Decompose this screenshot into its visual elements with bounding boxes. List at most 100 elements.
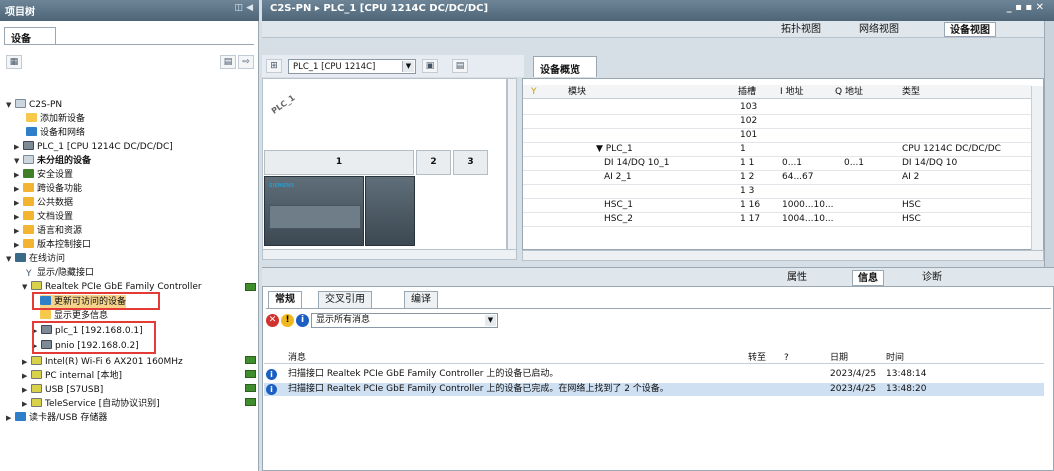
cell-slot: 102 <box>740 116 758 126</box>
overview-icon[interactable]: ▦ <box>6 55 22 69</box>
chevron-down-icon[interactable]: ▼ <box>485 315 496 326</box>
tree-item-cross-device[interactable]: ▶ 跨设备功能 <box>14 182 82 196</box>
expand-arrow-icon[interactable]: ▶ <box>14 182 23 196</box>
tree-item-version-control[interactable]: ▶ 版本控制接口 <box>14 238 91 252</box>
network-view-button[interactable]: 网络视图 <box>854 22 904 37</box>
expand-arrow-icon[interactable]: ▼ <box>6 98 15 112</box>
expand-arrow-icon[interactable]: ▼ <box>6 252 15 266</box>
card-reader-icon <box>15 412 26 421</box>
tree-item-pc-internal[interactable]: ▶ PC internal [本地] <box>22 369 122 383</box>
expand-arrow-icon[interactable]: ▶ <box>14 168 23 182</box>
col-slot[interactable]: 插槽 <box>738 86 756 98</box>
tree-item-project[interactable]: ▼ C2S-PN <box>6 98 62 112</box>
message-filter-select[interactable]: 显示所有消息 ▼ <box>311 313 498 328</box>
project-tree-title-text: 项目树 <box>5 7 35 18</box>
device-select[interactable]: PLC_1 [CPU 1214C] ▼ <box>288 59 416 74</box>
expand-arrow-icon[interactable]: ▶ <box>6 411 15 425</box>
col-time[interactable]: 时间 <box>886 352 904 364</box>
tree-item-usb[interactable]: ▶ USB [S7USB] <box>22 383 103 397</box>
tree-item-show-hide[interactable]: Y 显示/隐藏接口 <box>26 266 94 280</box>
zoom-icon[interactable]: ▣ <box>422 59 438 73</box>
canvas-scrollbar-v[interactable] <box>507 78 517 250</box>
info-filter-icon[interactable]: i <box>296 314 309 327</box>
cpu-module[interactable]: SIEMENS <box>264 176 364 246</box>
info-tab[interactable]: 信息 <box>852 270 884 286</box>
warning-filter-icon[interactable]: ! <box>281 314 294 327</box>
project-icon <box>15 99 26 108</box>
folder-icon <box>23 239 34 248</box>
slot-3[interactable]: 3 <box>453 150 488 175</box>
tree-item-label: 读卡器/USB 存储器 <box>29 413 108 423</box>
overview-scrollbar-h[interactable] <box>522 250 1044 261</box>
slot-1[interactable]: 1 <box>264 150 414 175</box>
error-filter-icon[interactable]: ✕ <box>266 314 279 327</box>
devices-tab[interactable]: 设备 <box>4 27 56 45</box>
message-date: 2023/4/25 <box>830 384 877 394</box>
collapse-pane-icon[interactable]: ◫ ◀ <box>234 3 253 13</box>
properties-tab[interactable]: 属性 <box>782 270 812 286</box>
tree-item-languages[interactable]: ▶ 语言和资源 <box>14 224 82 238</box>
online-status-icon <box>245 398 256 406</box>
diagnostics-tab[interactable]: 诊断 <box>917 270 947 286</box>
tree-item-teleservice[interactable]: ▶ TeleService [自动协议识别] <box>22 397 160 411</box>
tree-item-doc-settings[interactable]: ▶ 文档设置 <box>14 210 73 224</box>
message-text: 扫描接口 Realtek PCIe GbE Family Controller … <box>288 369 559 379</box>
export-icon[interactable]: ⇨ <box>238 55 254 69</box>
expand-arrow-icon[interactable]: ▶ <box>14 224 23 238</box>
tree-item-ungrouped[interactable]: ▼ 未分组的设备 <box>14 154 91 168</box>
tree-item-devices-networks[interactable]: 设备和网络 <box>26 126 85 140</box>
tree-item-common-data[interactable]: ▶ 公共数据 <box>14 196 73 210</box>
tree-item-plc1[interactable]: ▶ PLC_1 [CPU 1214C DC/DC/DC] <box>14 140 173 154</box>
expand-arrow-icon[interactable]: ▶ <box>14 238 23 252</box>
col-i-address[interactable]: I 地址 <box>780 86 804 98</box>
col-type[interactable]: 类型 <box>902 86 920 98</box>
overview-scrollbar-v[interactable] <box>1031 86 1043 250</box>
divider <box>4 44 254 45</box>
cell-module: ▼ PLC_1 <box>596 144 633 154</box>
tree-item-add-device[interactable]: 添加新设备 <box>26 112 85 126</box>
table-view-icon[interactable]: ▤ <box>220 55 236 69</box>
expand-arrow-icon[interactable]: ▼ <box>14 154 23 168</box>
cpu-module-right <box>365 176 415 246</box>
col-help[interactable]: ? <box>784 352 789 364</box>
window-controls[interactable]: _ ▪ ▪ ✕ <box>1007 2 1044 13</box>
col-date[interactable]: 日期 <box>830 352 848 364</box>
message-time: 13:48:14 <box>886 369 927 379</box>
topology-view-button[interactable]: 拓扑视图 <box>776 22 826 37</box>
expand-arrow-icon[interactable]: ▼ <box>22 280 31 294</box>
compile-tab[interactable]: 编译 <box>404 291 438 308</box>
filter-icon[interactable]: Y <box>531 86 537 98</box>
tree-item-intel-wifi[interactable]: ▶ Intel(R) Wi-Fi 6 AX201 160MHz <box>22 355 183 369</box>
chevron-down-icon[interactable]: ▼ <box>402 61 414 72</box>
cross-reference-tab[interactable]: 交叉引用 <box>318 291 372 308</box>
device-select-value: PLC_1 [CPU 1214C] <box>293 62 376 72</box>
expand-arrow-icon[interactable]: ▶ <box>22 369 31 383</box>
tree-item-security[interactable]: ▶ 安全设置 <box>14 168 73 182</box>
expand-arrow-icon[interactable]: ▶ <box>14 210 23 224</box>
slot-2[interactable]: 2 <box>416 150 451 175</box>
device-view-button[interactable]: 设备视图 <box>944 22 996 37</box>
table-icon[interactable]: ▤ <box>452 59 468 73</box>
tree-item-card-reader[interactable]: ▶ 读卡器/USB 存储器 <box>6 411 107 425</box>
overview-tab[interactable]: 设备概览 <box>533 56 597 77</box>
plc-icon <box>23 141 34 150</box>
expand-arrow-icon[interactable]: ▶ <box>22 383 31 397</box>
col-goto[interactable]: 转至 <box>748 352 766 364</box>
device-icon[interactable]: ⊞ <box>266 59 282 73</box>
expand-arrow-icon[interactable]: ▶ <box>14 140 23 154</box>
col-module[interactable]: 模块 <box>568 86 586 98</box>
expand-arrow-icon[interactable]: ▶ <box>14 196 23 210</box>
col-message[interactable]: 消息 <box>288 352 306 364</box>
expand-arrow-icon[interactable]: ▶ <box>22 397 31 411</box>
info-icon: i <box>266 369 277 380</box>
tree-item-online-access[interactable]: ▼ 在线访问 <box>6 252 65 266</box>
canvas-scrollbar-h[interactable] <box>262 249 517 260</box>
nic-icon <box>31 398 42 407</box>
network-icon <box>26 127 37 136</box>
message-date: 2023/4/25 <box>830 369 877 379</box>
expand-arrow-icon[interactable]: ▶ <box>22 355 31 369</box>
cell-slot: 1 3 <box>740 186 755 196</box>
tree-item-label: 显示/隐藏接口 <box>37 268 95 278</box>
col-q-address[interactable]: Q 地址 <box>835 86 863 98</box>
general-tab[interactable]: 常规 <box>268 291 302 308</box>
